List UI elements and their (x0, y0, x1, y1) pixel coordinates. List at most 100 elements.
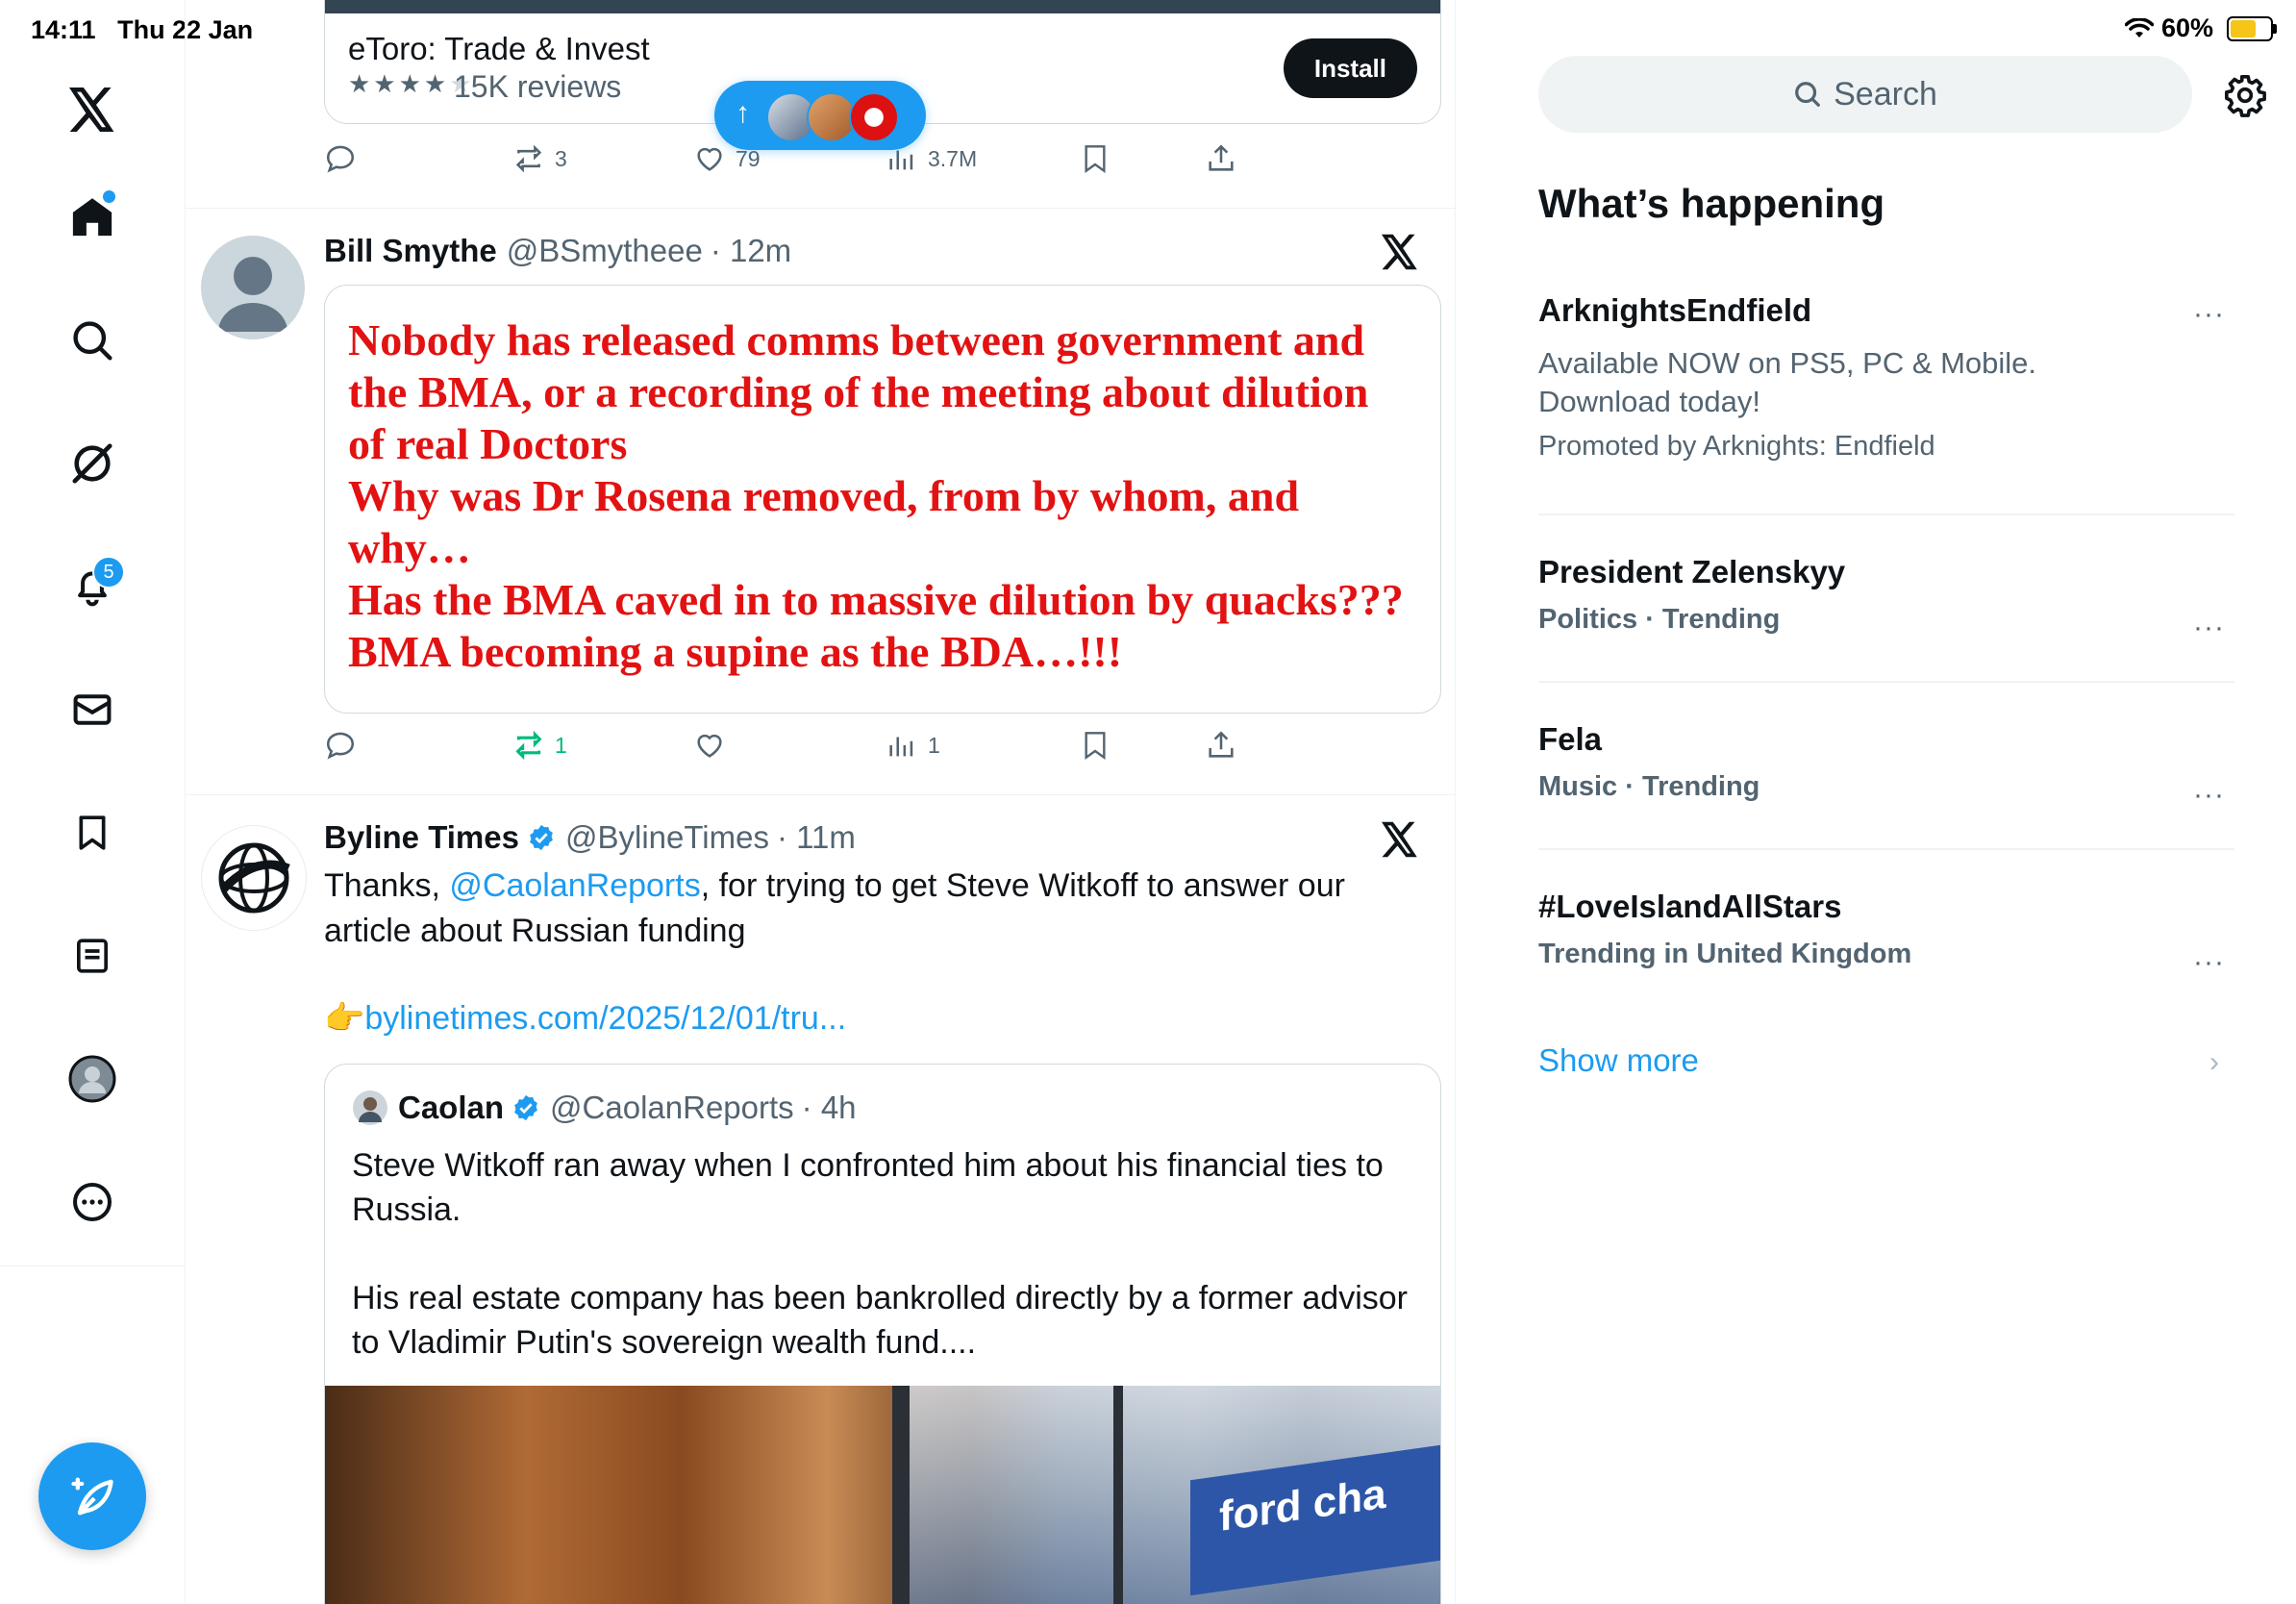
bookmark-button[interactable] (1080, 729, 1111, 762)
pill-avatar (849, 92, 899, 142)
search-placeholder: Search (1834, 75, 1937, 113)
wifi-icon (2124, 17, 2154, 38)
repost-button[interactable]: 1 (512, 729, 567, 762)
battery-icon (2227, 15, 2277, 41)
show-more-link[interactable]: Show more (1538, 1042, 1699, 1079)
nav-home[interactable] (58, 183, 127, 252)
left-nav: 5 (0, 0, 186, 1604)
post-link-line: 👉bylinetimes.com/2025/12/01/tru... (324, 996, 1420, 1041)
post-actions: 1 1 (324, 729, 1285, 771)
ad-media-strip (325, 0, 1440, 13)
bookmark-button[interactable] (1080, 142, 1111, 175)
compose-button[interactable] (38, 1442, 146, 1550)
timeline: eToro: Trade & Invest ★★★★★ 15K reviews … (186, 0, 1456, 1604)
more-options-icon[interactable]: ··· (2193, 612, 2225, 644)
view-count: 3.7M (928, 145, 978, 171)
post-header: Bill Smythe @BSmytheee · 12m (324, 233, 791, 269)
post-header: Byline Times @BylineTimes · 11m (324, 819, 856, 856)
trend-name: President Zelenskyy (1538, 554, 1846, 589)
post-time[interactable]: · 12m (711, 233, 791, 269)
reply-button[interactable] (324, 142, 357, 175)
new-posts-pill[interactable]: ↑ (714, 81, 926, 150)
nav-grok[interactable] (58, 429, 127, 498)
nav-notifications[interactable]: 5 (58, 552, 127, 621)
trend-description: Available NOW on PS5, PC & Mobile. Downl… (1538, 346, 2037, 418)
bookmark-icon (79, 815, 106, 850)
share-button[interactable] (1205, 142, 1237, 175)
trend-item[interactable]: ArknightsEndfield Available NOW on PS5, … (1538, 292, 2234, 463)
nav-more[interactable] (58, 1167, 127, 1237)
grok-icon (72, 443, 112, 484)
handle[interactable]: @BylineTimes (565, 819, 769, 856)
nav-lists[interactable] (58, 921, 127, 990)
nav-bookmarks[interactable] (58, 798, 127, 867)
nav-messages[interactable] (58, 675, 127, 744)
quote-video[interactable]: ford cha (325, 1386, 1440, 1604)
pointing-hand-emoji: 👉 (324, 1000, 365, 1037)
trend-meta: Trending in United Kingdom (1538, 939, 1912, 969)
x-logo-icon (1382, 234, 1417, 270)
heart-icon (697, 147, 722, 171)
post-separator (186, 794, 1455, 795)
compose-feather-icon (71, 1477, 113, 1516)
nav-profile[interactable] (58, 1044, 127, 1114)
post-time: · 4h (801, 1090, 857, 1125)
heart-icon (697, 734, 722, 758)
post-image[interactable]: Nobody has released comms between govern… (324, 285, 1441, 714)
trend-separator (1538, 514, 2234, 515)
trend-separator (1538, 848, 2234, 850)
quoted-post[interactable]: Caolan @CaolanReports · 4h Steve Witkoff… (324, 1064, 1441, 1604)
trend-name: ArknightsEndfield (1538, 292, 1812, 328)
x-logo-icon[interactable] (58, 75, 127, 144)
display-name: Caolan (398, 1090, 505, 1125)
install-button[interactable]: Install (1283, 38, 1417, 98)
search-icon (1795, 82, 1820, 107)
handle[interactable]: @BSmytheee (507, 233, 703, 269)
search-input[interactable]: Search (1538, 56, 2192, 133)
trend-item[interactable]: Fela Music · Trending ··· (1538, 721, 2234, 811)
image-text: Nobody has released comms between govern… (348, 315, 1404, 676)
settings-gear-icon[interactable] (2223, 73, 2267, 117)
share-icon (1209, 731, 1234, 758)
avatar[interactable] (201, 825, 307, 931)
more-circle-icon (73, 1183, 112, 1221)
arrow-up-icon: ↑ (736, 97, 750, 129)
share-button[interactable] (1205, 729, 1237, 762)
reply-button[interactable] (324, 729, 357, 762)
chevron-right-icon[interactable]: › (2209, 1046, 2219, 1079)
bookmark-icon (1085, 732, 1106, 760)
display-name[interactable]: Byline Times (324, 819, 519, 856)
trend-promoted: Promoted by Arknights: Endfield (1538, 431, 1935, 462)
article-link[interactable]: bylinetimes.com/2025/12/01/tru... (364, 1000, 846, 1037)
view-count: 1 (928, 732, 940, 758)
repost-icon (515, 144, 542, 173)
handle: @CaolanReports (550, 1090, 794, 1125)
notifications-badge: 5 (92, 556, 125, 589)
repost-button[interactable]: 3 (512, 142, 567, 175)
more-options-icon[interactable]: ··· (2193, 298, 2225, 331)
nav-explore[interactable] (58, 306, 127, 375)
share-icon (1209, 144, 1234, 171)
profile-avatar-icon (68, 1055, 116, 1103)
post-time[interactable]: · 11m (777, 819, 856, 856)
bookmark-icon (1085, 145, 1106, 173)
views-button[interactable]: 1 (886, 729, 940, 762)
reply-icon (326, 732, 355, 760)
display-name[interactable]: Bill Smythe (324, 233, 497, 269)
trend-item[interactable]: #LoveIslandAllStars Trending in United K… (1538, 889, 2234, 978)
trend-item[interactable]: President Zelenskyy Politics · Trending … (1538, 554, 2234, 643)
analytics-icon (889, 737, 913, 757)
trend-name: #LoveIslandAllStars (1538, 889, 1842, 924)
avatar[interactable] (201, 236, 305, 339)
app-title: eToro: Trade & Invest (348, 31, 650, 66)
review-count: 15K reviews (454, 69, 622, 104)
trend-name: Fela (1538, 721, 1603, 757)
more-options-icon[interactable]: ··· (2193, 779, 2225, 812)
status-right: 60% (2124, 13, 2277, 43)
mention-link[interactable]: @CaolanReports (449, 867, 700, 904)
more-options-icon[interactable]: ··· (2193, 946, 2225, 979)
avatar[interactable] (352, 1090, 388, 1126)
list-icon (77, 939, 108, 973)
like-button[interactable] (693, 729, 726, 762)
repost-count: 3 (555, 145, 567, 171)
